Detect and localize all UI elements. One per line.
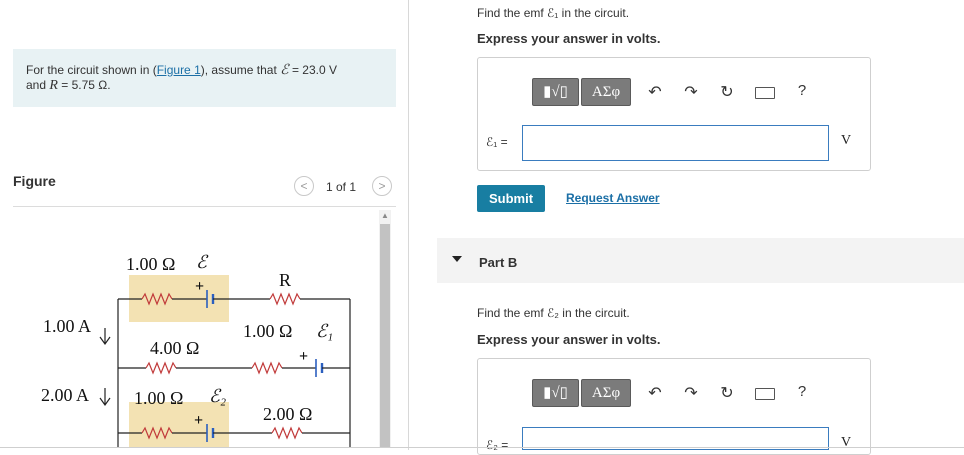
request-answer-link[interactable]: Request Answer <box>566 191 660 205</box>
circuit-figure: 1.00 Ω ℰ + R 1.00 A 4.00 Ω 1.00 Ω ℰ₁ + 2… <box>0 208 378 448</box>
problem-text-prefix: For the circuit shown in ( <box>26 63 157 77</box>
part-a-unit: V <box>841 133 852 148</box>
bottom-divider <box>0 447 964 448</box>
emf-symbol: ℰ <box>280 63 289 78</box>
figure-title: Figure <box>13 173 56 189</box>
reset-icon[interactable]: ↻ <box>717 82 737 102</box>
help-button[interactable]: ? <box>792 383 812 400</box>
bottom-resistor-label: 2.00 Ω <box>263 404 313 424</box>
greek-symbols-icon: ΑΣφ <box>591 84 621 100</box>
top-emf-plus: + <box>195 278 205 295</box>
problem-text-middle: ), assume that <box>200 63 281 77</box>
r-value: = 5.75 Ω. <box>57 78 111 92</box>
reset-icon[interactable]: ↻ <box>717 383 737 403</box>
part-a-variable-label: ℰ₁ = <box>486 135 508 149</box>
panel-divider <box>408 0 409 450</box>
part-b-symbols-button[interactable]: ΑΣφ <box>581 379 631 407</box>
template-icon: ▮√▯ <box>543 385 568 401</box>
figure-divider <box>13 206 396 207</box>
help-button[interactable]: ? <box>792 82 812 99</box>
e1-resistor-label: 1.00 Ω <box>243 321 293 341</box>
e2-label: ℰ₂ <box>209 386 227 406</box>
undo-icon[interactable]: ↶ <box>645 383 665 403</box>
keyboard-icon[interactable] <box>755 388 775 400</box>
figure-next-button[interactable]: > <box>372 176 392 196</box>
figure-link[interactable]: Figure 1 <box>157 63 201 77</box>
current-2-label: 2.00 A <box>41 385 90 405</box>
figure-prev-button[interactable]: < <box>294 176 314 196</box>
undo-icon[interactable]: ↶ <box>645 82 665 102</box>
part-b-question: Find the emf ℰ₂ in the circuit. <box>477 306 630 320</box>
part-a-template-button[interactable]: ▮√▯ <box>532 78 579 106</box>
keyboard-icon[interactable] <box>755 87 775 99</box>
scroll-up-arrow-icon[interactable]: ▲ <box>379 210 391 222</box>
problem-text-and: and <box>26 78 50 92</box>
chevron-down-icon[interactable] <box>452 256 462 262</box>
middle-resistor-label: 4.00 Ω <box>150 338 200 358</box>
part-b-instruction: Express your answer in volts. <box>477 332 661 347</box>
e1-plus: + <box>299 348 309 365</box>
part-a-answer-input[interactable] <box>522 125 829 161</box>
part-a-symbols-button[interactable]: ΑΣφ <box>581 78 631 106</box>
problem-statement: For the circuit shown in (Figure 1), ass… <box>26 63 391 93</box>
chevron-right-icon: > <box>378 179 386 193</box>
submit-button[interactable]: Submit <box>477 185 545 212</box>
part-b-unit: V <box>841 435 852 450</box>
figure-pager: 1 of 1 <box>326 180 357 194</box>
e2-resistor-label: 1.00 Ω <box>134 388 184 408</box>
greek-symbols-icon: ΑΣφ <box>591 385 621 401</box>
redo-icon[interactable]: ↷ <box>681 383 701 403</box>
top-resistor-label: 1.00 Ω <box>126 254 176 274</box>
part-b-title[interactable]: Part B <box>479 255 517 270</box>
r-resistor-label: R <box>279 270 292 290</box>
figure-scrollbar-thumb[interactable] <box>380 224 390 447</box>
part-a-instruction: Express your answer in volts. <box>477 31 661 46</box>
part-b-template-button[interactable]: ▮√▯ <box>532 379 579 407</box>
e1-label: ℰ₁ <box>316 321 334 341</box>
e2-plus: + <box>194 412 204 429</box>
part-a-question: Find the emf ℰ₁ in the circuit. <box>477 6 630 20</box>
redo-icon[interactable]: ↷ <box>681 82 701 102</box>
emf-value: = 23.0 V <box>288 63 337 77</box>
template-icon: ▮√▯ <box>543 84 568 100</box>
r-symbol: R <box>49 78 58 93</box>
chevron-left-icon: < <box>300 179 308 193</box>
top-emf-label: ℰ <box>196 252 207 272</box>
current-1-label: 1.00 A <box>43 316 92 336</box>
